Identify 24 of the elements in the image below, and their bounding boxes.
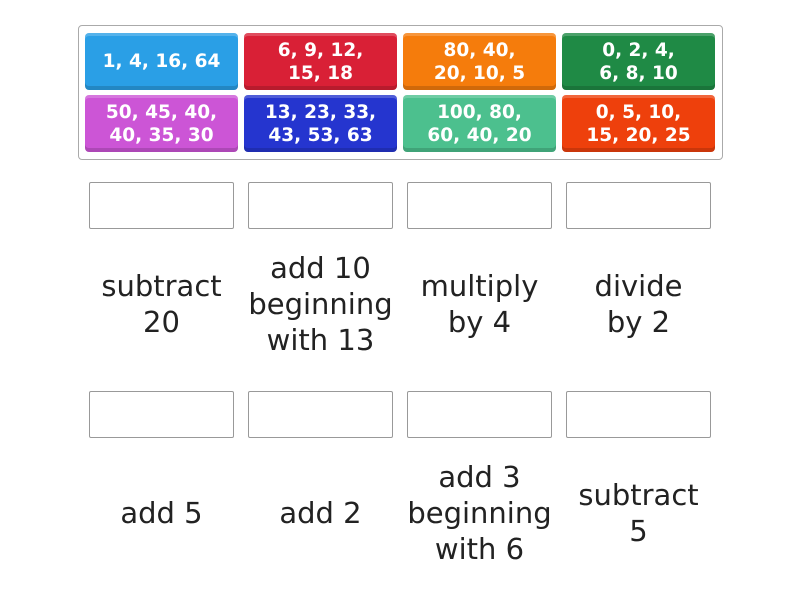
answer-tile[interactable]: 80, 40, 20, 10, 5: [403, 33, 556, 90]
drop-box[interactable]: [248, 182, 393, 229]
prompt-text: multiply by 4: [420, 268, 538, 340]
drop-box[interactable]: [248, 391, 393, 438]
prompt-text: add 10 beginning with 13: [248, 250, 393, 358]
answer-tile[interactable]: 6, 9, 12, 15, 18: [244, 33, 397, 90]
drop-box[interactable]: [407, 182, 552, 229]
answer-tile[interactable]: 50, 45, 40, 40, 35, 30: [85, 95, 238, 152]
answer-tile[interactable]: 13, 23, 33, 43, 53, 63: [244, 95, 397, 152]
answer-tile[interactable]: 0, 2, 4, 6, 8, 10: [562, 33, 715, 90]
answer-tile[interactable]: 0, 5, 10, 15, 20, 25: [562, 95, 715, 152]
prompt-text: subtract 5: [578, 477, 699, 549]
drop-box[interactable]: [89, 391, 234, 438]
prompt-text: add 5: [120, 495, 203, 531]
prompt-text: divide by 2: [594, 268, 682, 340]
prompt-text: add 2: [279, 495, 362, 531]
answer-tile[interactable]: 1, 4, 16, 64: [85, 33, 238, 90]
drop-box[interactable]: [89, 182, 234, 229]
answer-tile[interactable]: 100, 80, 60, 40, 20: [403, 95, 556, 152]
prompt-text: subtract 20: [101, 268, 222, 340]
prompt-text: add 3 beginning with 6: [407, 459, 552, 567]
drop-box[interactable]: [566, 182, 711, 229]
drop-box[interactable]: [407, 391, 552, 438]
drop-box[interactable]: [566, 391, 711, 438]
